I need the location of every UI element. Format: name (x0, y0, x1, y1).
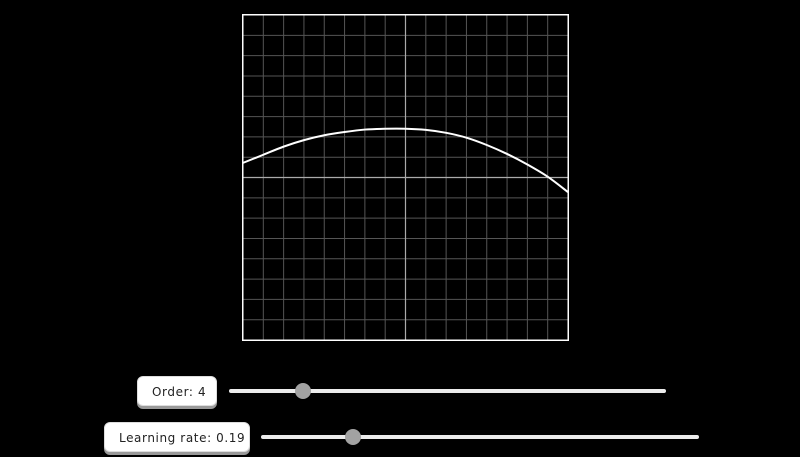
learning-rate-slider[interactable] (261, 429, 699, 445)
order-label: Order: 4 (137, 376, 217, 406)
order-control: Order: 4 (137, 376, 667, 408)
learning-rate-label: Learning rate: 0.19 (104, 422, 250, 452)
order-slider-thumb[interactable] (295, 383, 312, 399)
learning-rate-slider-thumb[interactable] (344, 429, 361, 445)
learning-rate-control: Learning rate: 0.19 (104, 422, 700, 454)
learning-rate-slider-track[interactable] (261, 435, 699, 439)
app-root: Order: 4 Learning rate: 0.19 (0, 0, 800, 457)
plot-canvas[interactable] (242, 14, 569, 341)
order-slider[interactable] (229, 383, 666, 399)
